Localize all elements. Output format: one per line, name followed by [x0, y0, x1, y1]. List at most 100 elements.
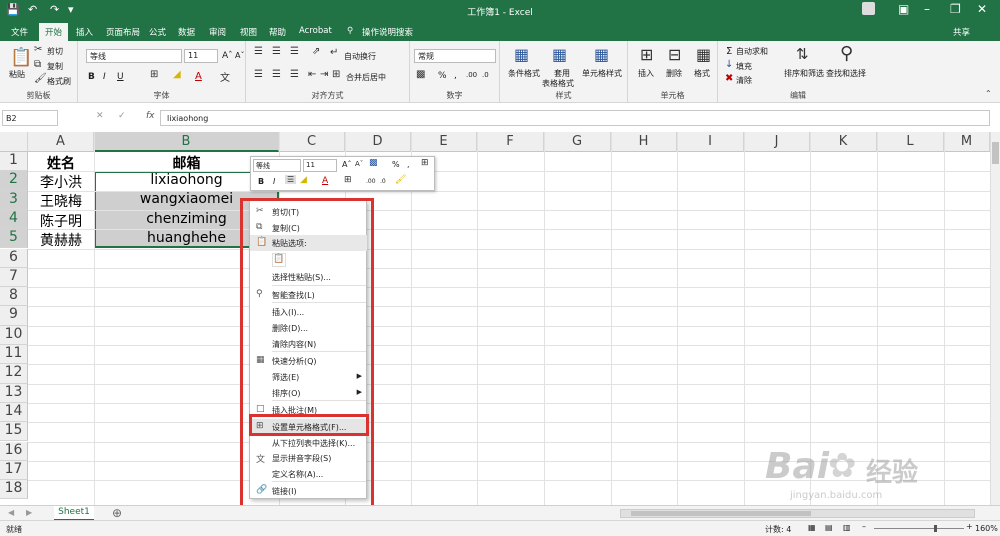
- insert-cells-button[interactable]: 插入: [638, 68, 654, 79]
- fill-color-icon[interactable]: ◢: [173, 69, 181, 80]
- normal-view-icon[interactable]: ▦: [808, 523, 816, 532]
- formula-input[interactable]: lixiaohong: [160, 110, 990, 126]
- percent-icon[interactable]: %: [438, 71, 447, 81]
- format-cells-icon[interactable]: ▦: [696, 45, 711, 64]
- comma-icon[interactable]: ,: [454, 71, 457, 81]
- close-icon[interactable]: ✕: [977, 2, 987, 16]
- zoom-out-icon[interactable]: –: [862, 522, 866, 531]
- tab-view[interactable]: 视图: [240, 26, 257, 38]
- align-right-icon[interactable]: ☰: [290, 69, 299, 80]
- confirm-entry-icon[interactable]: ✓: [118, 111, 126, 121]
- page-layout-view-icon[interactable]: ▤: [825, 523, 833, 532]
- underline-icon[interactable]: U: [117, 72, 124, 82]
- merge-icon[interactable]: ⊞: [332, 69, 340, 80]
- row-header-6[interactable]: 6: [0, 248, 28, 268]
- row-header-14[interactable]: 14: [0, 402, 28, 423]
- zoom-level[interactable]: 160%: [975, 524, 998, 533]
- format-cells-button[interactable]: 格式: [694, 68, 710, 79]
- sheet-tab-sheet1[interactable]: Sheet1: [54, 506, 94, 521]
- cancel-entry-icon[interactable]: ✕: [96, 111, 104, 121]
- merge-center-button[interactable]: 合并后居中: [346, 72, 386, 83]
- decrease-indent-icon[interactable]: ⇤: [308, 69, 316, 80]
- maximize-icon[interactable]: ❐: [950, 2, 961, 16]
- row-header-10[interactable]: 10: [0, 325, 28, 345]
- row-header-3[interactable]: 3: [0, 190, 28, 210]
- wrap-text-icon[interactable]: ↵: [330, 47, 338, 58]
- cell-a1[interactable]: 姓名: [28, 153, 94, 173]
- align-middle-icon[interactable]: ☰: [272, 46, 281, 57]
- clear-button[interactable]: 清除: [736, 75, 752, 86]
- fill-icon[interactable]: ↓: [725, 59, 733, 70]
- col-header-c[interactable]: C: [279, 132, 345, 152]
- mini-font-dropdown[interactable]: 等线: [253, 159, 301, 172]
- font-color-icon[interactable]: A: [195, 71, 202, 82]
- zoom-in-icon[interactable]: +: [966, 522, 973, 531]
- font-size-dropdown[interactable]: 11: [184, 49, 218, 63]
- mini-increase-decimal-icon[interactable]: .00: [366, 178, 376, 185]
- autosum-icon[interactable]: Σ: [726, 46, 732, 57]
- copy-icon[interactable]: ⧉: [34, 59, 41, 70]
- align-bottom-icon[interactable]: ☰: [290, 46, 299, 57]
- row-header-13[interactable]: 13: [0, 383, 28, 403]
- align-left-icon[interactable]: ☰: [254, 69, 263, 80]
- wrap-text-button[interactable]: 自动换行: [344, 51, 376, 62]
- format-painter-button[interactable]: 格式刷: [47, 76, 71, 87]
- cell-a4[interactable]: 陈子明: [28, 211, 94, 231]
- insert-cells-icon[interactable]: ⊞: [640, 45, 653, 64]
- mini-center-icon[interactable]: ☰: [285, 175, 297, 184]
- italic-icon[interactable]: I: [103, 72, 106, 82]
- cell-styles-icon[interactable]: ▦: [594, 45, 609, 64]
- row-header-16[interactable]: 16: [0, 441, 28, 461]
- mini-comma-icon[interactable]: ,: [407, 160, 410, 169]
- paste-icon[interactable]: 📋: [10, 47, 32, 68]
- conditional-format-button[interactable]: 条件格式: [508, 68, 540, 79]
- format-table-button-line2[interactable]: 表格格式: [542, 78, 574, 89]
- phonetic-icon[interactable]: 文: [220, 69, 230, 84]
- fill-button[interactable]: 填充: [736, 61, 752, 72]
- row-header-4[interactable]: 4: [0, 209, 28, 230]
- col-header-b[interactable]: B: [94, 132, 279, 152]
- col-header-l[interactable]: L: [877, 132, 944, 152]
- clear-icon[interactable]: ✖: [725, 73, 733, 84]
- prev-sheet-icon[interactable]: ◀: [8, 508, 14, 517]
- find-select-button[interactable]: 查找和选择: [826, 68, 866, 79]
- row-header-8[interactable]: 8: [0, 287, 28, 307]
- mini-italic-icon[interactable]: I: [273, 177, 275, 186]
- delete-cells-icon[interactable]: ⊟: [668, 45, 681, 64]
- mini-decrease-decimal-icon[interactable]: .0: [380, 178, 386, 185]
- mini-font-color-icon[interactable]: A: [322, 176, 328, 186]
- row-header-9[interactable]: 9: [0, 306, 28, 326]
- cut-button[interactable]: 剪切: [47, 46, 63, 57]
- select-all-corner[interactable]: [0, 132, 28, 152]
- row-header-1[interactable]: 1: [0, 152, 28, 172]
- col-header-f[interactable]: F: [477, 132, 544, 152]
- font-name-dropdown[interactable]: 等线: [86, 49, 182, 63]
- row-header-5[interactable]: 5: [0, 229, 28, 249]
- row-header-11[interactable]: 11: [0, 345, 28, 365]
- tab-review[interactable]: 审阅: [209, 26, 226, 38]
- row-header-17[interactable]: 17: [0, 460, 28, 481]
- cell-a2[interactable]: 李小洪: [28, 172, 94, 192]
- collapse-ribbon-icon[interactable]: ⌃: [985, 89, 992, 98]
- tell-me-search[interactable]: 操作说明搜索: [362, 26, 413, 38]
- tab-acrobat[interactable]: Acrobat: [299, 26, 332, 36]
- mini-format-table-icon[interactable]: ⊞: [421, 158, 429, 168]
- col-header-e[interactable]: E: [411, 132, 477, 152]
- delete-cells-button[interactable]: 删除: [666, 68, 682, 79]
- row-header-12[interactable]: 12: [0, 364, 28, 384]
- tab-file[interactable]: 文件: [11, 26, 28, 38]
- name-box[interactable]: B2: [2, 110, 58, 126]
- copy-button[interactable]: 复制: [47, 61, 63, 72]
- col-header-k[interactable]: K: [810, 132, 877, 152]
- grow-font-icon[interactable]: Aˆ: [222, 51, 233, 61]
- add-sheet-icon[interactable]: ⊕: [112, 506, 122, 520]
- user-avatar[interactable]: [862, 2, 875, 15]
- autosum-button[interactable]: 自动求和: [736, 46, 768, 57]
- mini-border-icon[interactable]: ⊞: [344, 175, 352, 185]
- zoom-slider[interactable]: [874, 525, 964, 532]
- tab-page-layout[interactable]: 页面布局: [106, 26, 140, 38]
- insert-function-icon[interactable]: fx: [146, 111, 155, 121]
- sort-filter-icon[interactable]: ⇅: [796, 45, 809, 63]
- mini-grow-font-icon[interactable]: Aˆ: [342, 160, 351, 169]
- tab-help[interactable]: 帮助: [269, 26, 286, 38]
